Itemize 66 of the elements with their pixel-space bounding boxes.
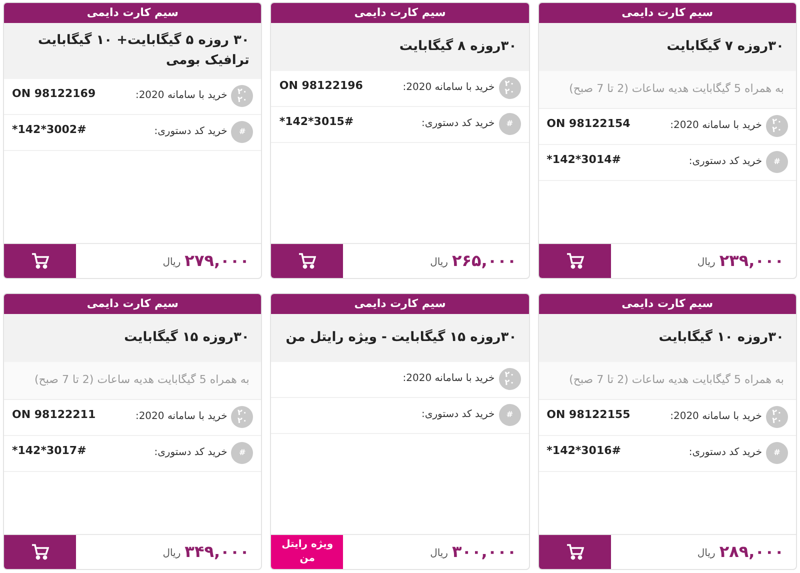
currency: ریال [697, 547, 716, 561]
info-icon: # [231, 442, 254, 464]
info-label: خرید با سامانه 2020: [135, 410, 228, 424]
price: ۳۰۰,۰۰۰ [452, 541, 517, 563]
gift-note: به همراه 5 گیگابایت هدیه ساعات (2 تا 7 صبح) [34, 372, 250, 388]
currency: ریال [162, 547, 181, 561]
cart-icon [566, 253, 584, 269]
info-value: ON 98122154 [546, 116, 630, 132]
info-label: خرید کد دستوری: [688, 446, 762, 460]
card-title: ۳۰ روزه ۵ گیگابایت+ ۱۰ گیگابایت ترافیک بومی [36, 31, 250, 70]
card-title: ۳۰روزه ۷ گیگابایت [666, 37, 784, 56]
info-icon: # [498, 404, 521, 426]
info-icon: # [231, 121, 254, 143]
cart-button[interactable] [4, 535, 76, 569]
price: ۳۴۹,۰۰۰ [184, 541, 250, 563]
cart-icon [298, 253, 316, 269]
info-value: *142*3016# [546, 443, 621, 459]
cart-button[interactable] [4, 244, 76, 278]
card-badge: سیم کارت دایمی [538, 3, 796, 23]
info-value: *142*3002# [12, 122, 86, 138]
card-badge: سیم کارت دایمی [538, 294, 796, 314]
info-label: خرید کد دستوری: [154, 125, 228, 139]
info-value: ON 98122196 [279, 78, 363, 94]
cart-button[interactable] [538, 244, 611, 278]
card-title: ۳۰روزه ۱۰ گیگابایت [658, 328, 784, 347]
price: ۲۶۵,۰۰۰ [452, 250, 517, 272]
info-icon: # [498, 113, 521, 135]
info-value: ON 98122169 [12, 86, 96, 102]
currency: ریال [430, 547, 448, 561]
price: ۲۳۹,۰۰۰ [719, 250, 784, 272]
cart-icon [31, 544, 49, 560]
info-value: *142*3015# [279, 114, 354, 130]
currency: ریال [162, 256, 181, 270]
info-label: خرید با سامانه 2020: [670, 410, 762, 424]
card-badge: سیم کارت دایمی [271, 294, 529, 314]
gift-note: به همراه 5 گیگابایت هدیه ساعات (2 تا 7 صبح) [569, 81, 784, 98]
price: ۲۷۹,۰۰۰ [184, 250, 250, 272]
card-title: ۳۰روزه ۱۵ گیگابایت [124, 328, 250, 347]
info-label: خرید با سامانه 2020: [402, 81, 495, 95]
info-icon: # [766, 151, 788, 173]
info-label: خرید کد دستوری: [422, 408, 495, 422]
currency: ریال [430, 256, 448, 270]
price: ۲۸۹,۰۰۰ [719, 541, 784, 563]
cart-icon [31, 253, 49, 269]
info-label: خرید کد دستوری: [688, 155, 762, 169]
card-badge: سیم کارت دایمی [271, 3, 529, 23]
info-label: خرید کد دستوری: [154, 446, 228, 460]
cart-button[interactable] [271, 244, 344, 278]
card-badge: سیم کارت دایمی [4, 3, 262, 23]
card-badge: سیم کارت دایمی [4, 294, 262, 314]
info-label: خرید کد دستوری: [422, 117, 495, 131]
special-offer-button[interactable]: ویژه رایتل من [271, 535, 344, 569]
info-icon: # [766, 442, 788, 464]
currency: ریال [697, 256, 716, 270]
info-value: *142*3014# [546, 152, 621, 168]
info-value: ON 98122155 [546, 407, 630, 423]
card-title: ۳۰روزه ۱۵ گیگابایت - ویژه رایتل من [286, 328, 517, 347]
info-label: خرید با سامانه 2020: [670, 119, 762, 133]
info-label: خرید با سامانه 2020: [402, 372, 495, 386]
cart-button[interactable] [538, 535, 611, 569]
info-label: خرید با سامانه 2020: [135, 89, 228, 103]
card-title: ۳۰روزه ۸ گیگابایت [399, 37, 517, 56]
info-value: ON 98122211 [12, 407, 96, 423]
gift-note: به همراه 5 گیگابایت هدیه ساعات (2 تا 7 صبح) [569, 372, 784, 388]
info-value: *142*3017# [12, 443, 86, 459]
cart-icon [566, 544, 584, 560]
